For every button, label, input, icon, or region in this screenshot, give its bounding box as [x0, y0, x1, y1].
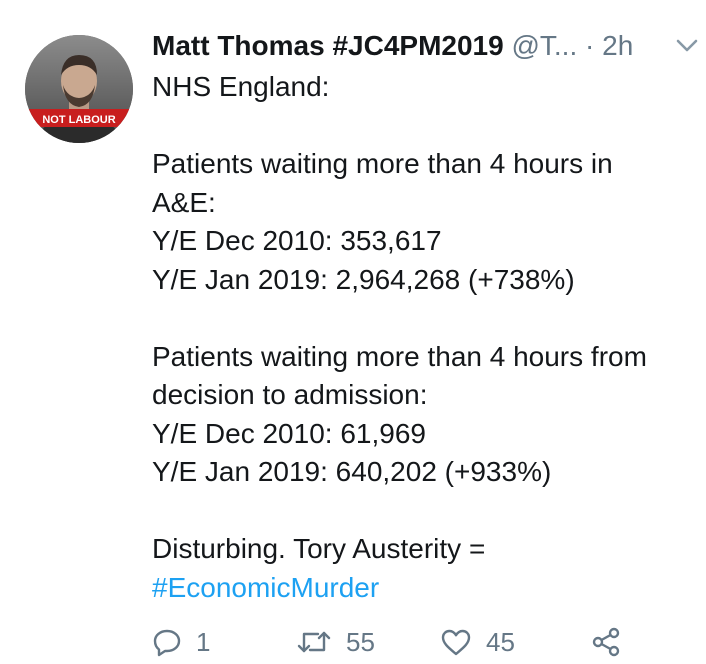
author-handle[interactable]: @T... [511, 30, 577, 61]
like-icon [440, 627, 472, 657]
tweet[interactable]: NOT LABOUR Matt Thomas #JC4PM2019 @T... … [0, 0, 706, 664]
timestamp[interactable]: 2h [602, 30, 633, 61]
avatar-caption: NOT LABOUR [42, 114, 115, 126]
tweet-line: Y/E Dec 2010: 353,617 [152, 225, 442, 256]
chevron-down-icon[interactable] [676, 38, 698, 54]
retweet-button[interactable]: 55 [296, 624, 375, 660]
share-button[interactable] [590, 624, 622, 660]
author-name[interactable]: Matt Thomas #JC4PM2019 [152, 30, 504, 61]
hashtag-link[interactable]: #EconomicMurder [152, 569, 692, 608]
tweet-line: NHS England: [152, 71, 330, 102]
tweet-line: Patients waiting more than 4 hours from [152, 340, 647, 372]
separator-dot: · [585, 30, 595, 61]
reply-button[interactable]: 1 [152, 624, 210, 660]
tweet-line: Disturbing. Tory Austerity = [152, 533, 486, 564]
tweet-line: A&E: [152, 186, 216, 218]
tweet-text: NHS England: Patients waiting more than … [152, 68, 692, 607]
tweet-line: Y/E Dec 2010: 61,969 [152, 417, 426, 449]
share-icon [590, 626, 622, 658]
tweet-line: decision to admission: [152, 379, 428, 410]
tweet-line: Patients waiting more than 4 hours in [152, 148, 613, 179]
tweet-header: Matt Thomas #JC4PM2019 @T... · 2h [152, 26, 692, 66]
reply-icon [152, 627, 182, 657]
tweet-line: Y/E Jan 2019: 2,964,268 (+738%) [152, 263, 575, 295]
avatar[interactable]: NOT LABOUR [25, 35, 133, 143]
like-button[interactable]: 45 [440, 624, 515, 660]
tweet-line: Y/E Jan 2019: 640,202 (+933%) [152, 456, 552, 487]
retweet-count: 55 [346, 626, 375, 657]
tweet-actions: 1 55 45 [152, 620, 692, 664]
reply-count: 1 [196, 626, 211, 657]
like-count: 45 [486, 626, 515, 657]
retweet-icon [296, 627, 332, 657]
